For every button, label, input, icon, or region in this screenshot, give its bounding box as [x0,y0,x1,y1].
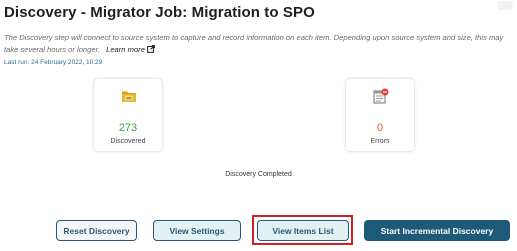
discovered-count: 273 [118,122,138,134]
external-link-icon [147,45,155,53]
discovery-status: Discovery Completed [225,171,292,178]
description-text: The Discovery step will connect to sourc… [4,33,504,54]
discovered-card: 273 Discovered [94,79,162,151]
last-run-timestamp: Last run: 24 February 2022, 10:29 [4,59,103,66]
highlight-box [252,215,353,245]
page-title: Discovery - Migrator Job: Migration to S… [4,4,315,21]
start-incremental-discovery-button[interactable]: Start Incremental Discovery [364,220,510,241]
errors-card: 0 Errors [346,79,414,151]
window-control-button[interactable] [498,1,513,10]
learn-more-link[interactable]: Learn more [106,45,155,54]
learn-more-label: Learn more [106,45,145,54]
description: The Discovery step will connect to sourc… [4,32,504,56]
discovered-label: Discovered [110,138,146,145]
view-settings-button[interactable]: View Settings [153,220,241,241]
reset-discovery-button[interactable]: Reset Discovery [56,220,137,241]
error-document-icon [373,88,389,104]
errors-label: Errors [370,138,390,145]
folder-icon [122,91,136,102]
errors-count: 0 [376,122,384,134]
